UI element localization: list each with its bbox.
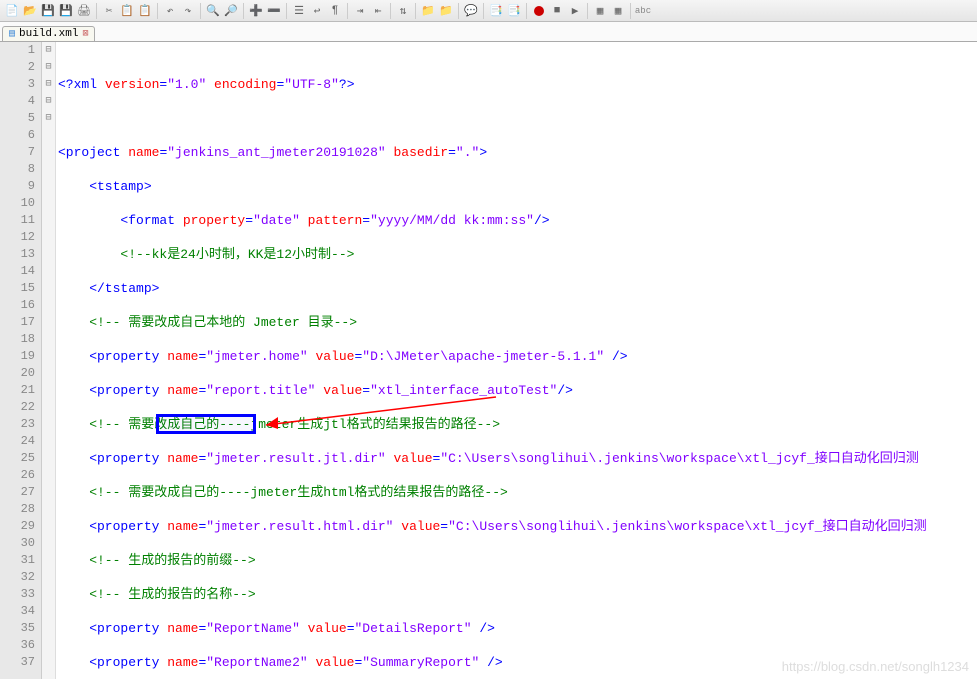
fold-column[interactable]: ⊟⊟⊟⊟⊟ xyxy=(42,42,56,679)
xml-decl: <?xml xyxy=(58,77,105,92)
separator xyxy=(390,3,391,19)
bookmark-icon[interactable]: 📑 xyxy=(488,3,504,19)
file-icon: ▤ xyxy=(9,28,15,40)
wrap-icon[interactable]: ↩ xyxy=(309,3,325,19)
undo-icon[interactable]: ↶ xyxy=(162,3,178,19)
tab-buildxml[interactable]: ▤ build.xml ⊠ xyxy=(2,26,95,41)
open-icon[interactable]: 📂 xyxy=(22,3,38,19)
separator xyxy=(200,3,201,19)
tab-bar: ▤ build.xml ⊠ xyxy=(0,22,977,42)
separator xyxy=(458,3,459,19)
indent-icon[interactable]: ⇥ xyxy=(352,3,368,19)
redo-icon[interactable]: ↷ xyxy=(180,3,196,19)
find-icon[interactable]: 🔍 xyxy=(205,3,221,19)
separator xyxy=(415,3,416,19)
separator xyxy=(483,3,484,19)
comment-icon[interactable]: 💬 xyxy=(463,3,479,19)
bookmark2-icon[interactable]: 📑 xyxy=(506,3,522,19)
record-icon[interactable] xyxy=(531,3,547,19)
separator xyxy=(347,3,348,19)
copy-icon[interactable]: 📋 xyxy=(119,3,135,19)
separator xyxy=(157,3,158,19)
paste-icon[interactable]: 📋 xyxy=(137,3,153,19)
toggle-icon[interactable]: ☰ xyxy=(291,3,307,19)
zoom-in-icon[interactable]: ➕ xyxy=(248,3,264,19)
stop-icon[interactable]: ■ xyxy=(549,3,565,19)
tab-label: build.xml xyxy=(19,28,78,40)
print-icon[interactable]: 🖨 xyxy=(76,3,92,19)
toolbar: 📄 📂 💾 💾 🖨 ✂ 📋 📋 ↶ ↷ 🔍 🔎 ➕ ➖ ☰ ↩ ¶ ⇥ ⇤ ⇅ … xyxy=(0,0,977,22)
folder-icon[interactable]: 📁 xyxy=(420,3,436,19)
save-icon[interactable]: 💾 xyxy=(40,3,56,19)
new-icon[interactable]: 📄 xyxy=(4,3,20,19)
sort-icon[interactable]: ⇅ xyxy=(395,3,411,19)
separator xyxy=(96,3,97,19)
zoom-out-icon[interactable]: ➖ xyxy=(266,3,282,19)
close-icon[interactable]: ⊠ xyxy=(82,28,88,40)
cut-icon[interactable]: ✂ xyxy=(101,3,117,19)
separator xyxy=(630,3,631,19)
folder2-icon[interactable]: 📁 xyxy=(438,3,454,19)
separator xyxy=(243,3,244,19)
line-number-gutter: 1234567891011121314151617181920212223242… xyxy=(0,42,42,679)
separator xyxy=(286,3,287,19)
play-icon[interactable]: ▶ xyxy=(567,3,583,19)
outdent-icon[interactable]: ⇤ xyxy=(370,3,386,19)
replace-icon[interactable]: 🔎 xyxy=(223,3,239,19)
plugin-icon[interactable]: ▦ xyxy=(592,3,608,19)
code-area[interactable]: <?xml version="1.0" encoding="UTF-8"?> <… xyxy=(56,42,977,679)
separator xyxy=(526,3,527,19)
editor: 1234567891011121314151617181920212223242… xyxy=(0,42,977,679)
separator xyxy=(587,3,588,19)
saveall-icon[interactable]: 💾 xyxy=(58,3,74,19)
plugin2-icon[interactable]: ▦ xyxy=(610,3,626,19)
wrap2-icon[interactable]: ¶ xyxy=(327,3,343,19)
abc-icon[interactable]: abc xyxy=(635,3,651,19)
